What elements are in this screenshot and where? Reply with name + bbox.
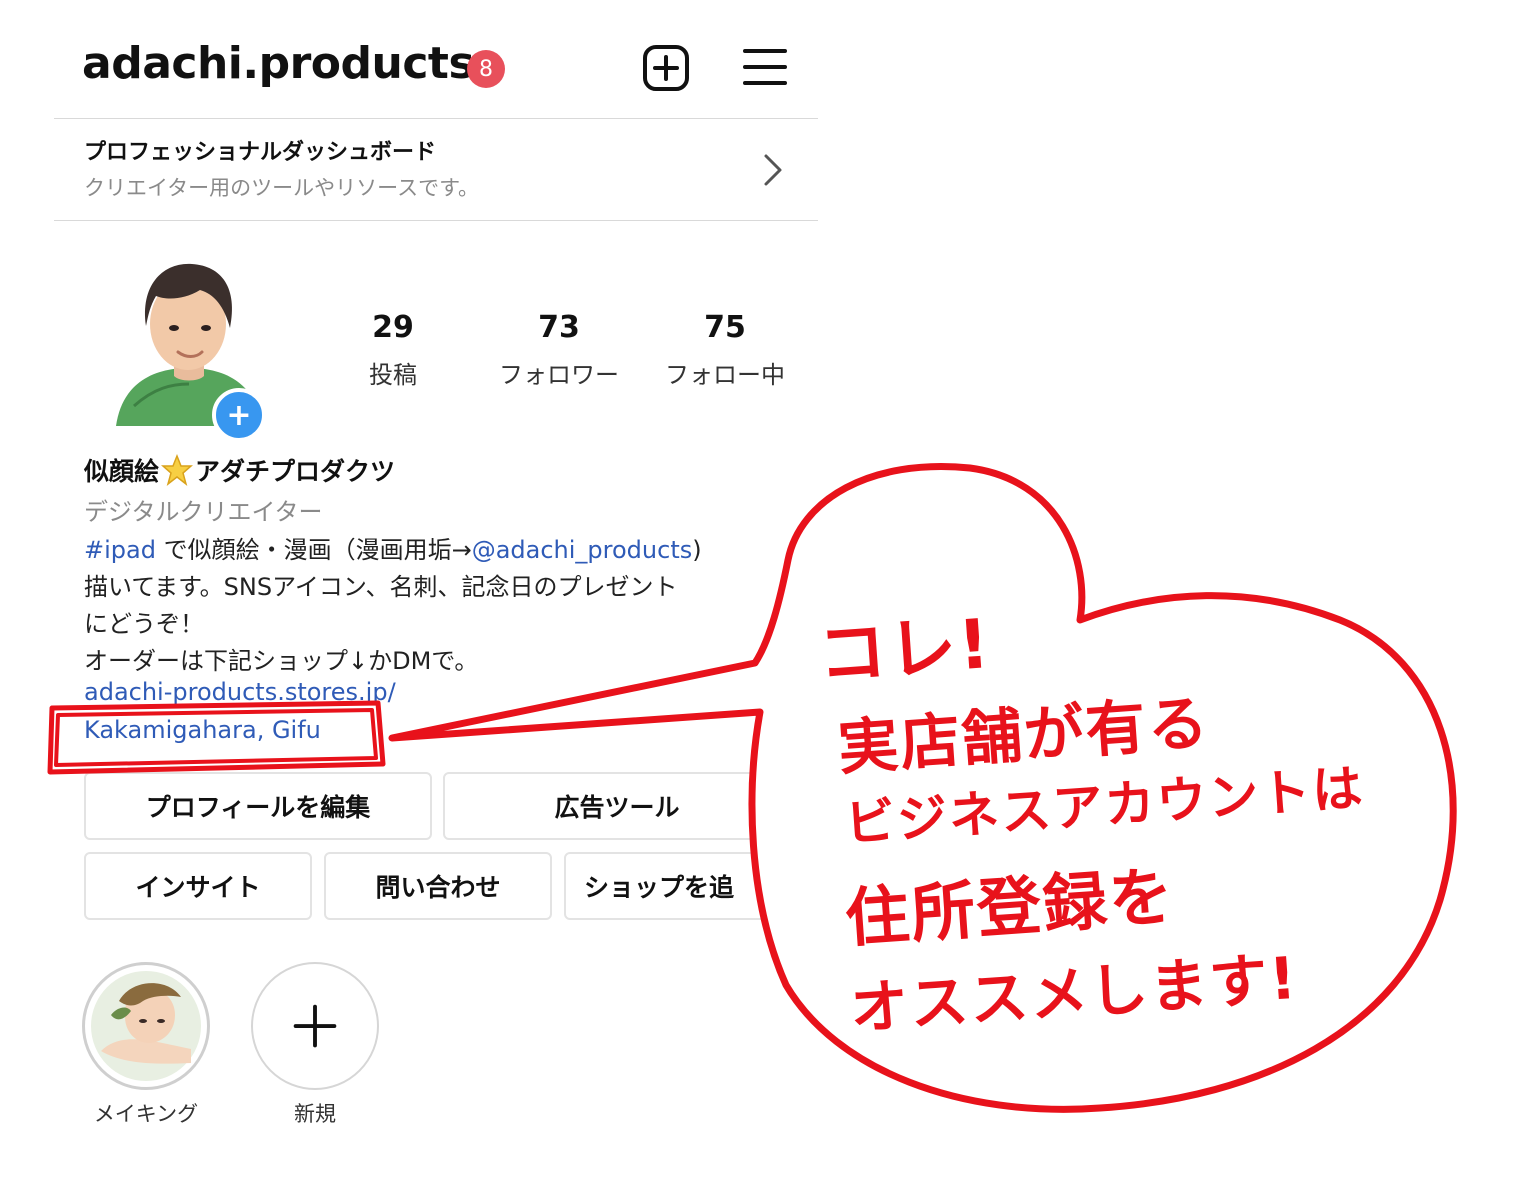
location-highlight-box xyxy=(47,700,386,775)
bio-hashtag-link[interactable]: #ipad xyxy=(84,536,156,564)
dashboard-subtitle: クリエイター用のツールやリソースです。 xyxy=(84,176,480,200)
stat-posts-count: 29 xyxy=(372,310,414,345)
divider xyxy=(54,220,818,221)
stat-followers-label: フォロワー xyxy=(499,361,619,389)
bio-text: で似顔絵・漫画（漫画用垢→ xyxy=(155,536,472,564)
ad-tools-button[interactable]: 広告ツール xyxy=(443,772,791,840)
bio-text-end: ) xyxy=(692,536,702,564)
display-name-part2: アダチプロダクツ xyxy=(195,457,396,486)
stat-following[interactable]: 75 フォロー中 xyxy=(650,310,800,390)
hamburger-menu-icon[interactable] xyxy=(742,46,788,88)
bio-line: オーダーは下記ショップ↓かDMで。 xyxy=(84,647,479,675)
notification-badge[interactable]: 8 xyxy=(467,50,505,88)
dashboard-title: プロフェッショナルダッシュボード xyxy=(84,140,437,165)
plus-square-icon[interactable] xyxy=(642,44,690,92)
bio-mention-link[interactable]: @adachi_products xyxy=(472,536,693,564)
star-icon xyxy=(161,454,194,486)
bio-line: にどうぞ！ xyxy=(84,610,204,638)
profile-username[interactable]: adachi.products xyxy=(82,38,475,89)
chevron-right-icon xyxy=(764,154,782,186)
highlight-making-label: メイキング xyxy=(93,1102,199,1126)
annotation-line1: コレ! xyxy=(815,605,994,696)
profile-category: デジタルクリエイター xyxy=(84,498,323,526)
contact-button[interactable]: 問い合わせ xyxy=(324,852,552,920)
stat-posts[interactable]: 29 投稿 xyxy=(318,310,468,390)
bio-line: #ipad で似顔絵・漫画（漫画用垢→@adachi_products) xyxy=(84,530,702,565)
stat-followers[interactable]: 73 フォロワー xyxy=(484,310,634,390)
stat-followers-count: 73 xyxy=(538,310,580,345)
highlight-new[interactable] xyxy=(251,962,379,1090)
highlight-new-label: 新規 xyxy=(294,1102,336,1126)
display-name: 似顔絵 アダチプロダクツ xyxy=(84,452,395,488)
highlight-making[interactable] xyxy=(82,962,210,1090)
plus-icon xyxy=(293,1004,337,1048)
stat-posts-label: 投稿 xyxy=(369,361,417,389)
divider xyxy=(54,118,818,119)
insights-button[interactable]: インサイト xyxy=(84,852,312,920)
bio-line: 描いてます。SNSアイコン、名刺、記念日のプレゼント xyxy=(84,573,678,601)
highlight-making-thumbnail xyxy=(91,971,201,1081)
add-shop-button[interactable]: ショップを追 xyxy=(564,852,792,920)
edit-profile-button[interactable]: プロフィールを編集 xyxy=(84,772,432,840)
add-story-badge[interactable]: + xyxy=(212,388,266,442)
stat-following-count: 75 xyxy=(704,310,746,345)
stat-following-label: フォロー中 xyxy=(665,361,785,389)
display-name-part1: 似顔絵 xyxy=(84,457,160,486)
